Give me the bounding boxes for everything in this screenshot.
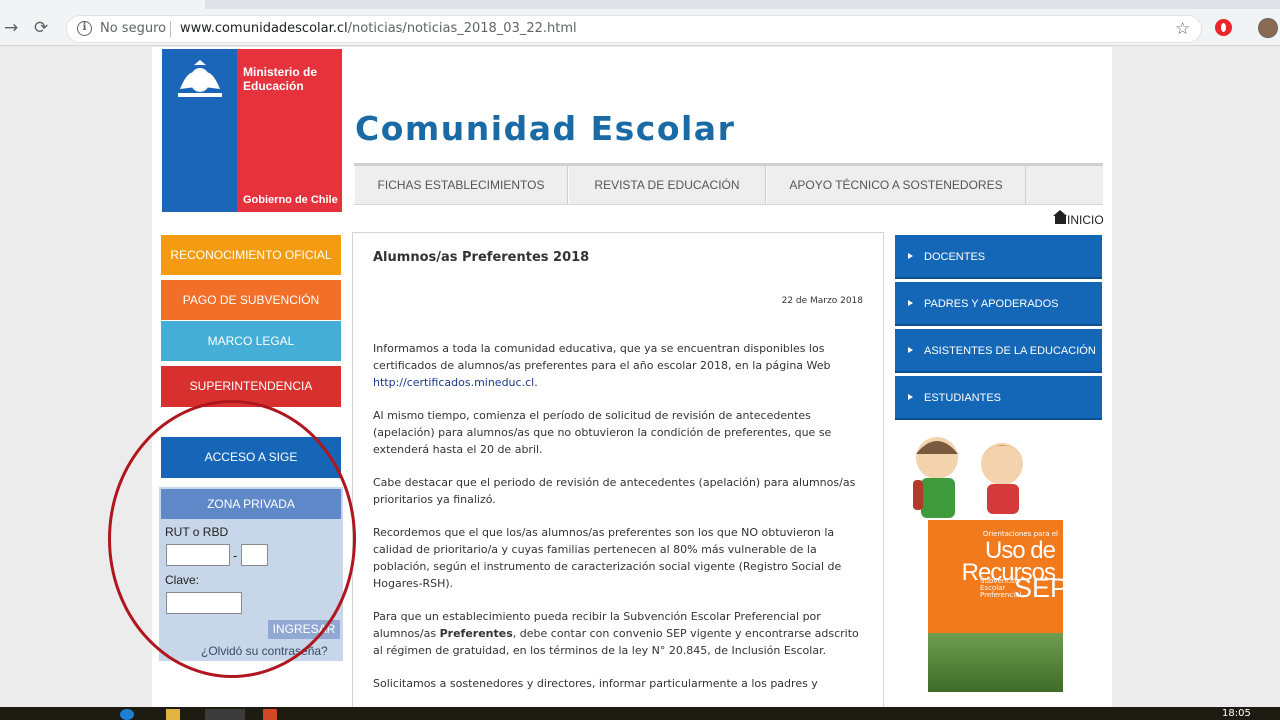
security-label: No seguro [100,21,167,36]
windows-taskbar: 18:05 [0,707,1280,720]
active-tab[interactable] [0,0,205,9]
url-text[interactable]: www.comunidadescolar.cl/noticias/noticia… [180,21,577,36]
chrome-taskbar-item[interactable] [205,709,245,720]
address-bar[interactable]: i No seguro www.comunidadescolar.cl/noti… [66,15,1202,43]
reload-icon[interactable]: ⟳ [34,18,48,38]
login-submit-button[interactable]: INGRESAR [268,620,340,639]
padres-apoderados-label: PADRES Y APODERADOS [924,298,1059,310]
site-title[interactable]: Comunidad Escolar [355,109,735,148]
playground-photo [928,633,1063,692]
powerpoint-icon[interactable] [263,709,277,720]
padres-apoderados-button[interactable]: PADRES Y APODERADOS [895,282,1102,326]
password-input[interactable] [166,592,242,614]
home-icon [1053,210,1067,224]
ministry-logo[interactable]: Ministerio de Educación Gobierno de Chil… [162,49,342,212]
profile-avatar[interactable] [1258,18,1278,38]
uso-recursos-sep-banner[interactable]: Orientaciones para el Uso de Recursos Su… [928,520,1068,692]
estudiantes-button[interactable]: ESTUDIANTES [895,376,1102,420]
banner-sep-text: SEP [1014,573,1069,603]
home-link[interactable]: INICIO [1053,210,1104,227]
estudiantes-label: ESTUDIANTES [924,392,1002,404]
folder-icon[interactable] [166,709,180,720]
rut-dash: - [233,549,238,563]
article-title: Alumnos/as Preferentes 2018 [373,250,590,265]
asistentes-educacion-button[interactable]: ASISTENTES DE LA EDUCACIÓN [895,329,1102,373]
rut-label: RUT o RBD [165,525,229,539]
url-path: /noticias/noticias_2018_03_22.html [347,21,577,36]
asistentes-educacion-label: ASISTENTES DE LA EDUCACIÓN [924,345,1096,357]
certificados-link[interactable]: http://certificados.mineduc.cl [373,376,534,389]
article-text: . [534,376,538,389]
password-label: Clave: [165,573,200,587]
article-paragraph: Cabe destacar que el periodo de revisión… [373,476,856,506]
forward-icon[interactable]: → [4,18,18,38]
article-paragraph: Informamos a toda la comunidad educativa… [373,340,865,391]
home-link-label: INICIO [1067,213,1104,227]
arrow-right-icon [908,300,913,306]
rut-input[interactable] [166,544,230,566]
page-container: Ministerio de Educación Gobierno de Chil… [152,47,1112,712]
docentes-button[interactable]: DOCENTES [895,235,1102,279]
nav-fichas-establecimientos[interactable]: FICHAS ESTABLECIMIENTOS [354,166,568,204]
pago-subvencion-button[interactable]: PAGO DE SUBVENCIÓN [161,280,341,320]
tab-strip [0,0,1280,9]
bookmark-star-icon[interactable]: ☆ [1175,19,1190,39]
rut-dv-input[interactable] [241,544,268,566]
article-paragraph: Para que un establecimiento pueda recibi… [373,608,865,659]
arrow-right-icon [908,394,913,400]
top-navigation: FICHAS ESTABLECIMIENTOS REVISTA DE EDUCA… [354,163,1103,205]
nav-apoyo-tecnico[interactable]: APOYO TÉCNICO A SOSTENEDORES [766,166,1026,204]
marco-legal-button[interactable]: MARCO LEGAL [161,321,341,361]
article-paragraph: Recordemos que el que los/as alumnos/as … [373,526,842,590]
arrow-right-icon [908,253,913,259]
article-text: Informamos a toda la comunidad educativa… [373,342,831,372]
article-body: Informamos a toda la comunidad educativa… [373,340,865,708]
info-icon[interactable]: i [77,21,92,36]
edge-icon[interactable] [120,709,134,720]
clock: 18:05 [1222,708,1251,719]
article-paragraph: Solicitamos a sostenedores y directores,… [373,677,818,690]
private-zone-header: ZONA PRIVADA [161,489,341,519]
article-date: 22 de Marzo 2018 [781,296,863,306]
arrow-right-icon [908,347,913,353]
browser-toolbar: → ⟳ i No seguro www.comunidadescolar.cl/… [0,0,1280,46]
logo-government-text: Gobierno de Chile [243,194,338,206]
article-bold-text: Preferentes [439,627,513,640]
acceso-sige-button[interactable]: ACCESO A SIGE [161,437,341,478]
logo-ministry-text: Ministerio de Educación [243,65,318,93]
article-paragraph: Al mismo tiempo, comienza el período de … [373,409,832,456]
private-zone-panel: ZONA PRIVADA RUT o RBD - Clave: INGRESAR… [159,487,343,661]
url-domain: www.comunidadescolar.cl [180,21,348,36]
superintendencia-button[interactable]: SUPERINTENDENCIA [161,366,341,407]
docentes-label: DOCENTES [924,251,986,263]
nav-revista-educacion[interactable]: REVISTA DE EDUCACIÓN [568,166,766,204]
coat-of-arms-icon [178,60,222,97]
address-separator [170,21,171,37]
reconocimiento-oficial-button[interactable]: RECONOCIMIENTO OFICIAL [161,235,341,275]
forgot-password-link[interactable]: ¿Olvidó su contraseña? [201,644,328,658]
news-article: Alumnos/as Preferentes 2018 22 de Marzo … [352,232,884,712]
opera-extension-icon[interactable] [1215,19,1232,36]
